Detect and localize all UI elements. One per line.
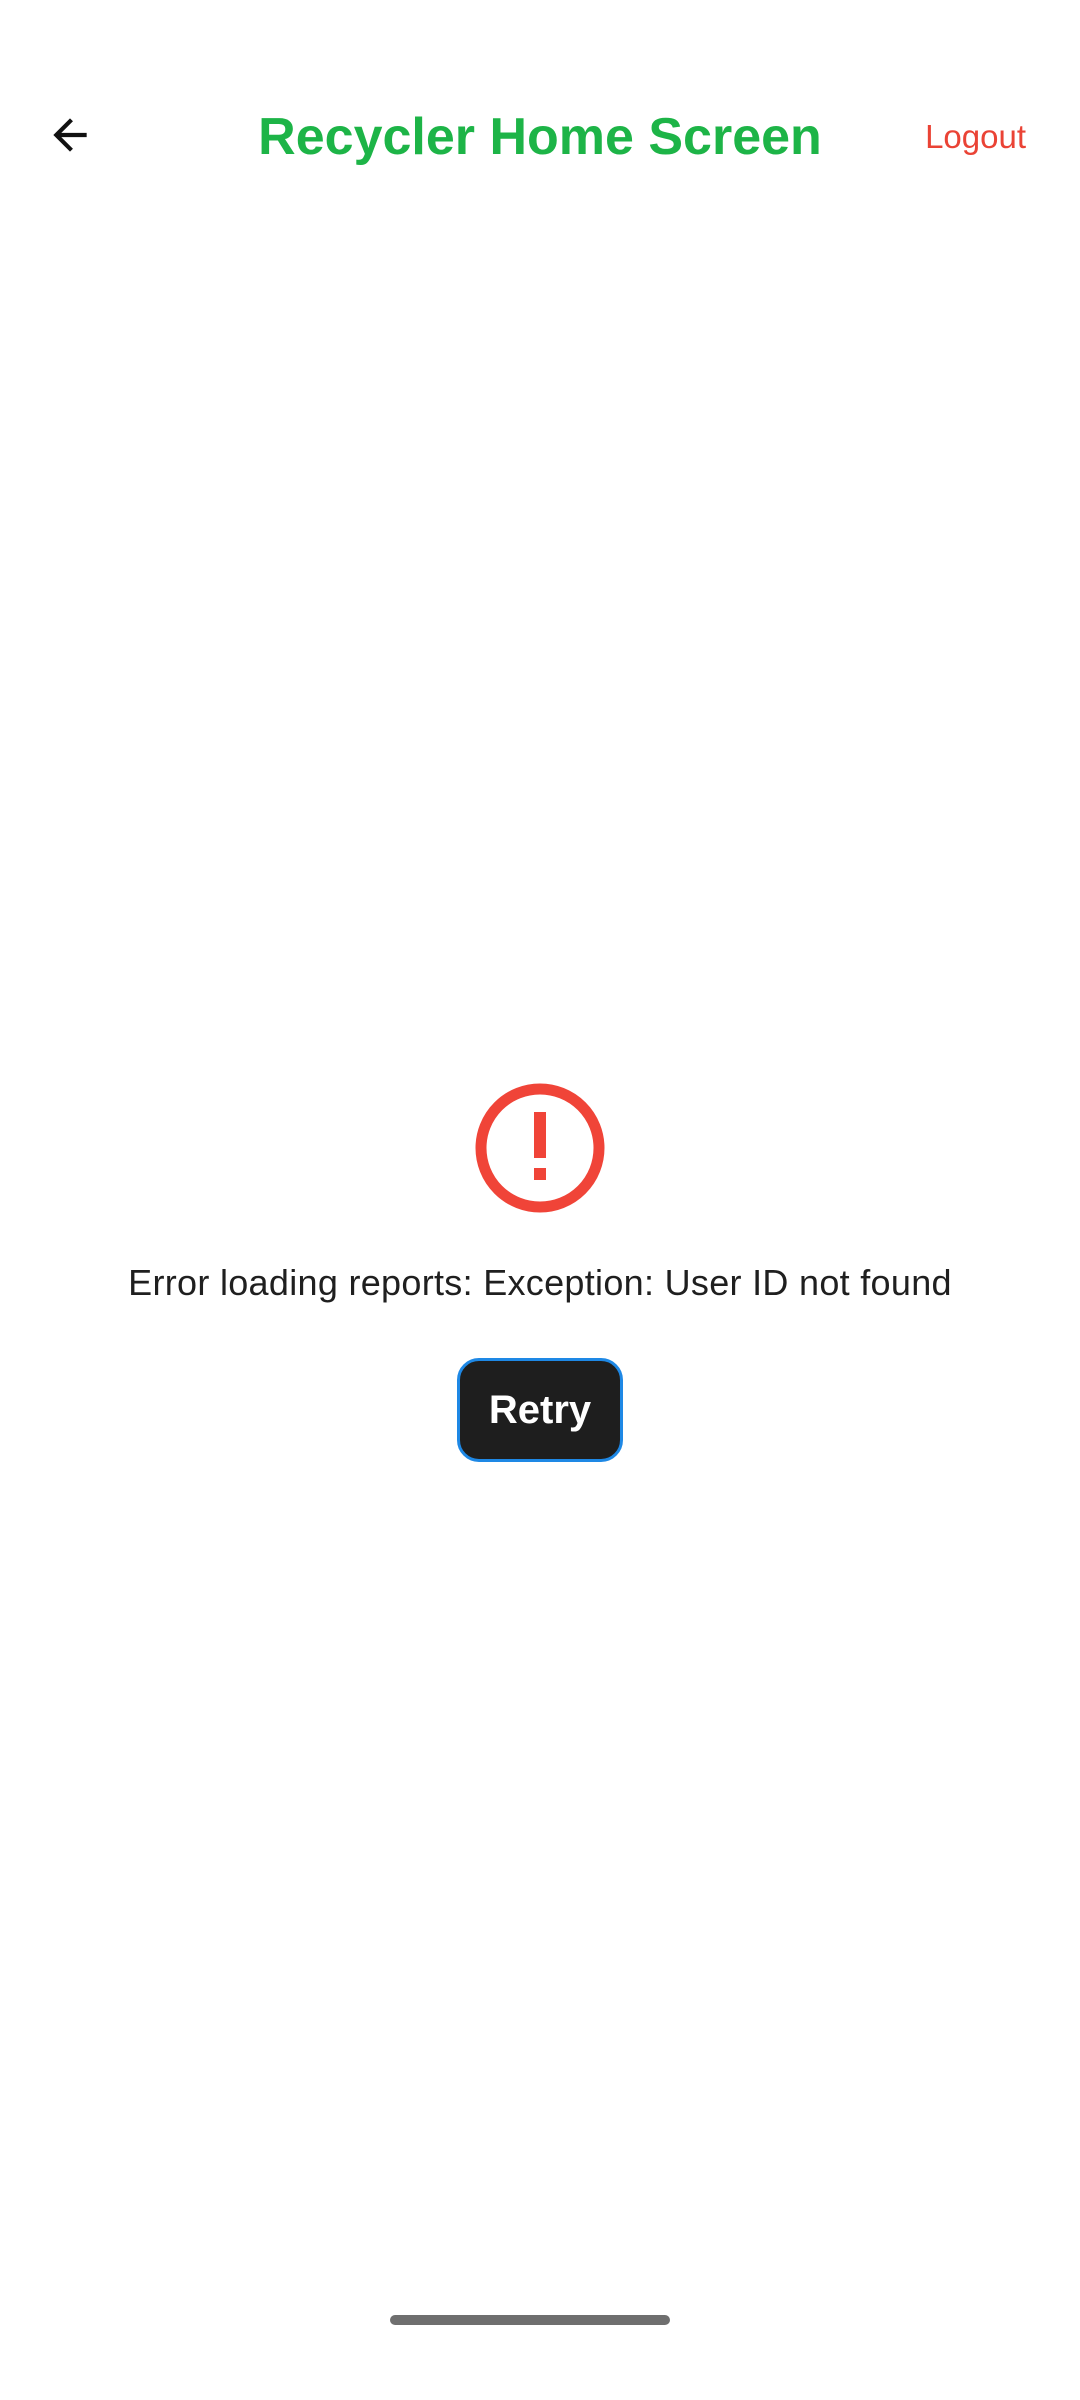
back-button[interactable] — [28, 95, 112, 179]
recycler-home-screen: Recycler Home Screen Logout Error loadin… — [0, 0, 1080, 2400]
error-message: Error loading reports: Exception: User I… — [128, 1262, 952, 1303]
app-bar: Recycler Home Screen Logout — [0, 72, 1080, 202]
gesture-home-indicator[interactable] — [390, 2315, 670, 2325]
page-title: Recycler Home Screen — [258, 108, 822, 166]
logout-button[interactable]: Logout — [925, 72, 1026, 202]
retry-button[interactable]: Retry — [457, 1358, 623, 1462]
error-state: Error loading reports: Exception: User I… — [0, 1080, 1080, 1462]
error-outline-icon — [472, 1080, 608, 1216]
arrow-back-icon — [45, 110, 95, 165]
